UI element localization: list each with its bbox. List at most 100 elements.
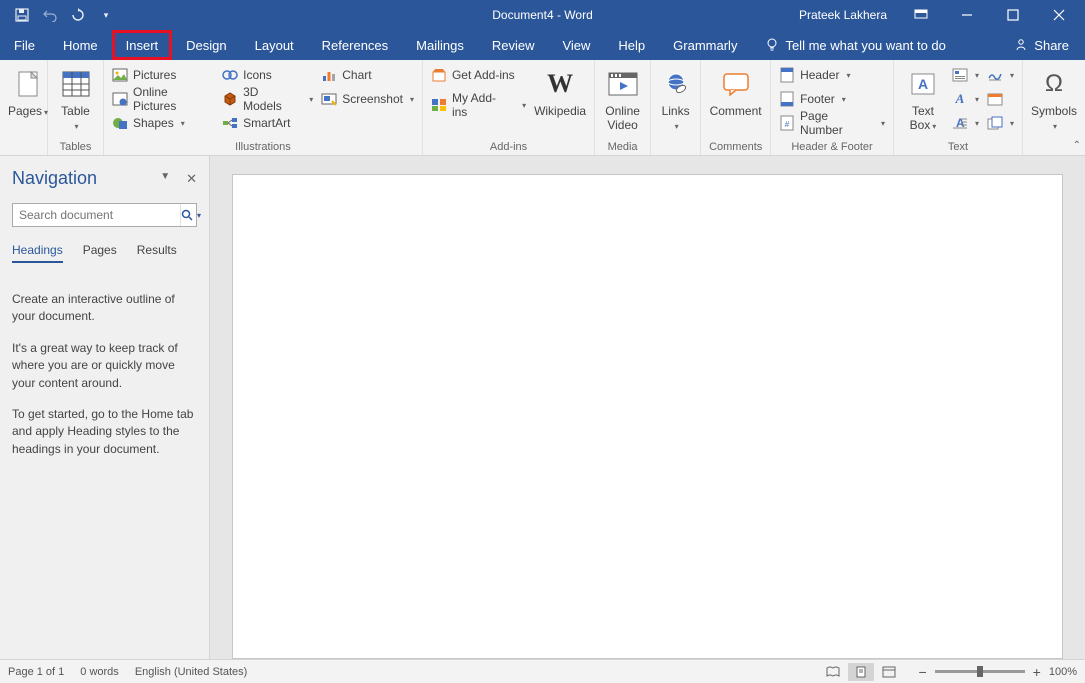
window-title: Document4 - Word xyxy=(492,8,593,22)
tell-me[interactable]: Tell me what you want to do xyxy=(751,30,959,60)
video-icon xyxy=(607,68,639,100)
redo-icon[interactable] xyxy=(66,3,90,27)
nav-tab-results[interactable]: Results xyxy=(137,243,177,263)
nav-help-text: Create an interactive outline of your do… xyxy=(12,291,197,458)
status-page[interactable]: Page 1 of 1 xyxy=(8,666,64,678)
navigation-pane: Navigation ▼ ✕ ▾ Headings Pages Results … xyxy=(0,156,210,659)
tab-design[interactable]: Design xyxy=(172,30,240,60)
nav-tab-pages[interactable]: Pages xyxy=(83,243,117,263)
zoom-slider[interactable] xyxy=(935,670,1025,673)
3d-models-button[interactable]: 3D Models▾ xyxy=(222,88,313,110)
table-icon xyxy=(60,68,92,100)
cube-icon xyxy=(222,91,238,107)
wikipedia-button[interactable]: W Wikipedia xyxy=(534,64,586,118)
status-words[interactable]: 0 words xyxy=(80,666,119,678)
store-icon xyxy=(431,67,447,83)
tab-insert[interactable]: Insert xyxy=(112,30,173,60)
tab-layout[interactable]: Layout xyxy=(241,30,308,60)
symbols-button[interactable]: Ω Symbols▾ xyxy=(1031,64,1077,133)
nav-options-icon[interactable]: ▼ xyxy=(160,171,170,187)
tab-file[interactable]: File xyxy=(0,30,49,60)
smartart-button[interactable]: SmartArt xyxy=(222,112,313,134)
group-illustrations: Pictures Online Pictures Shapes▾ Icons 3… xyxy=(104,60,423,155)
nav-tab-headings[interactable]: Headings xyxy=(12,243,63,263)
group-tables: Table▾ Tables xyxy=(48,60,104,155)
web-layout-icon[interactable] xyxy=(876,663,902,681)
online-video-button[interactable]: OnlineVideo xyxy=(603,64,642,133)
ribbon-display-icon[interactable] xyxy=(899,0,943,30)
quick-parts-icon xyxy=(952,67,968,83)
qat-customize-icon[interactable]: ▾ xyxy=(94,3,118,27)
pages-button[interactable]: Pages▾ xyxy=(8,64,48,118)
signature-button[interactable]: ▾ xyxy=(987,64,1014,86)
page-number-icon: # xyxy=(779,115,795,131)
tab-references[interactable]: References xyxy=(308,30,402,60)
search-input[interactable] xyxy=(13,204,180,226)
tab-help[interactable]: Help xyxy=(604,30,659,60)
status-language[interactable]: English (United States) xyxy=(135,666,248,678)
wordart-button[interactable]: A▾ xyxy=(952,88,979,110)
collapse-ribbon-icon[interactable]: ⌃ xyxy=(1073,140,1081,151)
tab-home[interactable]: Home xyxy=(49,30,112,60)
maximize-icon[interactable] xyxy=(991,0,1035,30)
group-header-footer: Header▾ Footer▾ #Page Number▾ Header & F… xyxy=(771,60,894,155)
tab-view[interactable]: View xyxy=(548,30,604,60)
wikipedia-icon: W xyxy=(544,68,576,100)
text-box-button[interactable]: A TextBox▾ xyxy=(902,64,944,133)
links-button[interactable]: Links▾ xyxy=(659,64,692,133)
table-button[interactable]: Table▾ xyxy=(56,64,95,133)
minimize-icon[interactable] xyxy=(945,0,989,30)
close-icon[interactable] xyxy=(1037,0,1081,30)
datetime-button[interactable] xyxy=(987,88,1014,110)
tab-mailings[interactable]: Mailings xyxy=(402,30,478,60)
document-area xyxy=(210,156,1085,659)
read-mode-icon[interactable] xyxy=(820,663,846,681)
group-text: A TextBox▾ ▾ A▾ A▾ ▾ ▾ Text xyxy=(894,60,1023,155)
icons-icon xyxy=(222,67,238,83)
chart-button[interactable]: Chart xyxy=(321,64,414,86)
comment-button[interactable]: Comment xyxy=(709,64,762,118)
tab-review[interactable]: Review xyxy=(478,30,549,60)
ribbon-tabs: File Home Insert Design Layout Reference… xyxy=(0,30,1085,60)
online-picture-icon xyxy=(112,91,128,107)
group-comments: Comment Comments xyxy=(701,60,771,155)
group-label-illustrations: Illustrations xyxy=(112,139,414,153)
my-addins-button[interactable]: My Add-ins▾ xyxy=(431,94,526,116)
page-icon xyxy=(12,68,44,100)
print-layout-icon[interactable] xyxy=(848,663,874,681)
object-icon xyxy=(987,115,1003,131)
nav-close-icon[interactable]: ✕ xyxy=(186,171,197,187)
group-label-addins: Add-ins xyxy=(431,139,586,153)
dropcap-button[interactable]: A▾ xyxy=(952,112,979,134)
screenshot-icon xyxy=(321,91,337,107)
page-number-button[interactable]: #Page Number▾ xyxy=(779,112,885,134)
object-button[interactable]: ▾ xyxy=(987,112,1014,134)
header-button[interactable]: Header▾ xyxy=(779,64,885,86)
search-button[interactable]: ▾ xyxy=(180,204,201,226)
icons-button[interactable]: Icons xyxy=(222,64,313,86)
get-addins-button[interactable]: Get Add-ins xyxy=(431,64,526,86)
zoom-level[interactable]: 100% xyxy=(1049,666,1077,678)
pictures-button[interactable]: Pictures xyxy=(112,64,214,86)
undo-icon[interactable] xyxy=(38,3,62,27)
user-name[interactable]: Prateek Lakhera xyxy=(799,8,887,22)
zoom-out-button[interactable]: − xyxy=(918,664,926,680)
zoom-in-button[interactable]: + xyxy=(1033,664,1041,680)
quick-parts-button[interactable]: ▾ xyxy=(952,64,979,86)
comment-icon xyxy=(720,68,752,100)
group-media: OnlineVideo Media xyxy=(595,60,651,155)
search-box[interactable]: ▾ xyxy=(12,203,197,227)
dropcap-icon: A xyxy=(952,115,968,131)
omega-icon: Ω xyxy=(1038,68,1070,100)
quick-access-toolbar: ▾ xyxy=(0,3,118,27)
shapes-button[interactable]: Shapes▾ xyxy=(112,112,214,134)
screenshot-button[interactable]: Screenshot▾ xyxy=(321,88,414,110)
document-page[interactable] xyxy=(232,174,1063,659)
share-button[interactable]: Share xyxy=(1000,30,1085,60)
online-pictures-button[interactable]: Online Pictures xyxy=(112,88,214,110)
footer-button[interactable]: Footer▾ xyxy=(779,88,885,110)
search-icon xyxy=(181,209,193,221)
textbox-icon: A xyxy=(907,68,939,100)
tab-grammarly[interactable]: Grammarly xyxy=(659,30,751,60)
save-icon[interactable] xyxy=(10,3,34,27)
